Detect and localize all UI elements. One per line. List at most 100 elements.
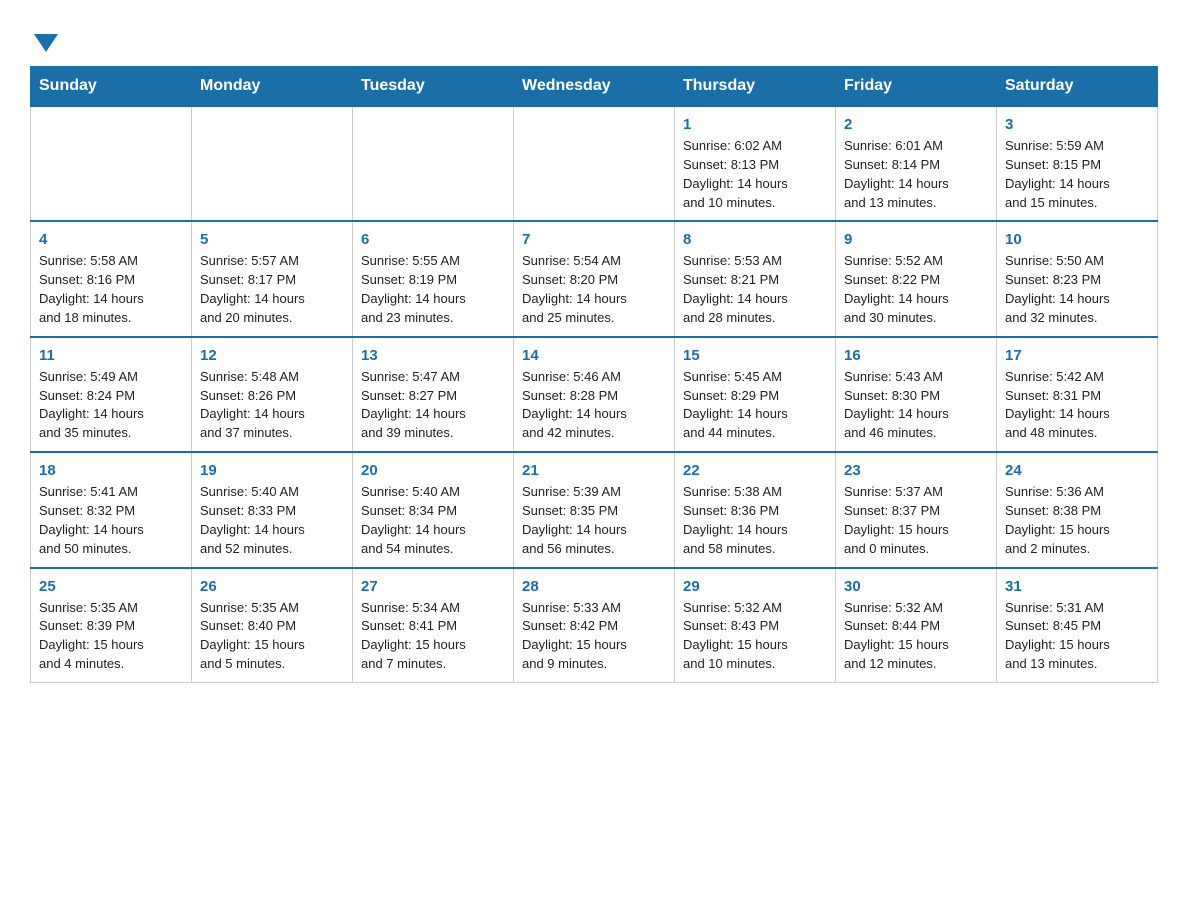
day-info: Sunrise: 5:40 AMSunset: 8:34 PMDaylight:… xyxy=(361,483,505,558)
calendar-cell: 27Sunrise: 5:34 AMSunset: 8:41 PMDayligh… xyxy=(353,568,514,683)
day-number: 18 xyxy=(39,460,183,481)
weekday-header-saturday: Saturday xyxy=(997,67,1158,107)
calendar-cell xyxy=(192,106,353,221)
calendar-cell: 8Sunrise: 5:53 AMSunset: 8:21 PMDaylight… xyxy=(675,221,836,336)
calendar-cell: 9Sunrise: 5:52 AMSunset: 8:22 PMDaylight… xyxy=(836,221,997,336)
day-number: 3 xyxy=(1005,114,1149,135)
calendar-cell xyxy=(31,106,192,221)
day-info: Sunrise: 5:55 AMSunset: 8:19 PMDaylight:… xyxy=(361,252,505,327)
calendar-cell: 18Sunrise: 5:41 AMSunset: 8:32 PMDayligh… xyxy=(31,452,192,567)
calendar-cell: 23Sunrise: 5:37 AMSunset: 8:37 PMDayligh… xyxy=(836,452,997,567)
calendar-cell: 16Sunrise: 5:43 AMSunset: 8:30 PMDayligh… xyxy=(836,337,997,452)
day-info: Sunrise: 5:35 AMSunset: 8:40 PMDaylight:… xyxy=(200,599,344,674)
calendar-cell: 26Sunrise: 5:35 AMSunset: 8:40 PMDayligh… xyxy=(192,568,353,683)
day-number: 31 xyxy=(1005,576,1149,597)
calendar-cell: 6Sunrise: 5:55 AMSunset: 8:19 PMDaylight… xyxy=(353,221,514,336)
calendar-table: SundayMondayTuesdayWednesdayThursdayFrid… xyxy=(30,66,1158,683)
day-number: 30 xyxy=(844,576,988,597)
calendar-cell xyxy=(353,106,514,221)
weekday-header-tuesday: Tuesday xyxy=(353,67,514,107)
day-number: 29 xyxy=(683,576,827,597)
day-number: 28 xyxy=(522,576,666,597)
calendar-cell: 21Sunrise: 5:39 AMSunset: 8:35 PMDayligh… xyxy=(514,452,675,567)
day-info: Sunrise: 5:40 AMSunset: 8:33 PMDaylight:… xyxy=(200,483,344,558)
weekday-header-friday: Friday xyxy=(836,67,997,107)
logo-triangle-icon xyxy=(34,34,58,52)
day-info: Sunrise: 5:38 AMSunset: 8:36 PMDaylight:… xyxy=(683,483,827,558)
day-number: 6 xyxy=(361,229,505,250)
day-info: Sunrise: 6:01 AMSunset: 8:14 PMDaylight:… xyxy=(844,137,988,212)
day-number: 24 xyxy=(1005,460,1149,481)
day-number: 7 xyxy=(522,229,666,250)
calendar-cell: 14Sunrise: 5:46 AMSunset: 8:28 PMDayligh… xyxy=(514,337,675,452)
calendar-cell: 22Sunrise: 5:38 AMSunset: 8:36 PMDayligh… xyxy=(675,452,836,567)
day-info: Sunrise: 5:32 AMSunset: 8:44 PMDaylight:… xyxy=(844,599,988,674)
day-info: Sunrise: 5:47 AMSunset: 8:27 PMDaylight:… xyxy=(361,368,505,443)
day-number: 10 xyxy=(1005,229,1149,250)
week-row-1: 1Sunrise: 6:02 AMSunset: 8:13 PMDaylight… xyxy=(31,106,1158,221)
day-info: Sunrise: 5:33 AMSunset: 8:42 PMDaylight:… xyxy=(522,599,666,674)
day-info: Sunrise: 6:02 AMSunset: 8:13 PMDaylight:… xyxy=(683,137,827,212)
day-number: 23 xyxy=(844,460,988,481)
day-info: Sunrise: 5:50 AMSunset: 8:23 PMDaylight:… xyxy=(1005,252,1149,327)
calendar-cell: 1Sunrise: 6:02 AMSunset: 8:13 PMDaylight… xyxy=(675,106,836,221)
day-info: Sunrise: 5:58 AMSunset: 8:16 PMDaylight:… xyxy=(39,252,183,327)
weekday-header-thursday: Thursday xyxy=(675,67,836,107)
calendar-cell: 24Sunrise: 5:36 AMSunset: 8:38 PMDayligh… xyxy=(997,452,1158,567)
calendar-cell: 29Sunrise: 5:32 AMSunset: 8:43 PMDayligh… xyxy=(675,568,836,683)
day-number: 25 xyxy=(39,576,183,597)
day-info: Sunrise: 5:37 AMSunset: 8:37 PMDaylight:… xyxy=(844,483,988,558)
calendar-cell: 10Sunrise: 5:50 AMSunset: 8:23 PMDayligh… xyxy=(997,221,1158,336)
day-info: Sunrise: 5:39 AMSunset: 8:35 PMDaylight:… xyxy=(522,483,666,558)
day-info: Sunrise: 5:31 AMSunset: 8:45 PMDaylight:… xyxy=(1005,599,1149,674)
weekday-header-monday: Monday xyxy=(192,67,353,107)
day-number: 13 xyxy=(361,345,505,366)
day-info: Sunrise: 5:35 AMSunset: 8:39 PMDaylight:… xyxy=(39,599,183,674)
day-info: Sunrise: 5:34 AMSunset: 8:41 PMDaylight:… xyxy=(361,599,505,674)
calendar-cell: 31Sunrise: 5:31 AMSunset: 8:45 PMDayligh… xyxy=(997,568,1158,683)
calendar-cell: 28Sunrise: 5:33 AMSunset: 8:42 PMDayligh… xyxy=(514,568,675,683)
logo xyxy=(30,20,58,48)
calendar-cell: 12Sunrise: 5:48 AMSunset: 8:26 PMDayligh… xyxy=(192,337,353,452)
day-number: 1 xyxy=(683,114,827,135)
weekday-header-wednesday: Wednesday xyxy=(514,67,675,107)
calendar-cell: 25Sunrise: 5:35 AMSunset: 8:39 PMDayligh… xyxy=(31,568,192,683)
day-number: 19 xyxy=(200,460,344,481)
calendar-cell: 19Sunrise: 5:40 AMSunset: 8:33 PMDayligh… xyxy=(192,452,353,567)
day-number: 9 xyxy=(844,229,988,250)
day-info: Sunrise: 5:36 AMSunset: 8:38 PMDaylight:… xyxy=(1005,483,1149,558)
day-info: Sunrise: 5:48 AMSunset: 8:26 PMDaylight:… xyxy=(200,368,344,443)
calendar-cell: 11Sunrise: 5:49 AMSunset: 8:24 PMDayligh… xyxy=(31,337,192,452)
calendar-cell: 15Sunrise: 5:45 AMSunset: 8:29 PMDayligh… xyxy=(675,337,836,452)
day-number: 17 xyxy=(1005,345,1149,366)
calendar-cell: 20Sunrise: 5:40 AMSunset: 8:34 PMDayligh… xyxy=(353,452,514,567)
day-info: Sunrise: 5:32 AMSunset: 8:43 PMDaylight:… xyxy=(683,599,827,674)
day-info: Sunrise: 5:59 AMSunset: 8:15 PMDaylight:… xyxy=(1005,137,1149,212)
calendar-cell: 5Sunrise: 5:57 AMSunset: 8:17 PMDaylight… xyxy=(192,221,353,336)
day-number: 22 xyxy=(683,460,827,481)
day-number: 20 xyxy=(361,460,505,481)
day-number: 11 xyxy=(39,345,183,366)
day-number: 21 xyxy=(522,460,666,481)
week-row-2: 4Sunrise: 5:58 AMSunset: 8:16 PMDaylight… xyxy=(31,221,1158,336)
weekday-header-sunday: Sunday xyxy=(31,67,192,107)
day-info: Sunrise: 5:41 AMSunset: 8:32 PMDaylight:… xyxy=(39,483,183,558)
day-number: 12 xyxy=(200,345,344,366)
calendar-cell: 13Sunrise: 5:47 AMSunset: 8:27 PMDayligh… xyxy=(353,337,514,452)
day-number: 2 xyxy=(844,114,988,135)
day-number: 4 xyxy=(39,229,183,250)
day-info: Sunrise: 5:45 AMSunset: 8:29 PMDaylight:… xyxy=(683,368,827,443)
calendar-cell: 17Sunrise: 5:42 AMSunset: 8:31 PMDayligh… xyxy=(997,337,1158,452)
day-number: 5 xyxy=(200,229,344,250)
calendar-cell xyxy=(514,106,675,221)
day-info: Sunrise: 5:43 AMSunset: 8:30 PMDaylight:… xyxy=(844,368,988,443)
page-header xyxy=(30,20,1158,48)
week-row-4: 18Sunrise: 5:41 AMSunset: 8:32 PMDayligh… xyxy=(31,452,1158,567)
calendar-cell: 4Sunrise: 5:58 AMSunset: 8:16 PMDaylight… xyxy=(31,221,192,336)
day-info: Sunrise: 5:49 AMSunset: 8:24 PMDaylight:… xyxy=(39,368,183,443)
day-number: 27 xyxy=(361,576,505,597)
calendar-cell: 30Sunrise: 5:32 AMSunset: 8:44 PMDayligh… xyxy=(836,568,997,683)
day-info: Sunrise: 5:42 AMSunset: 8:31 PMDaylight:… xyxy=(1005,368,1149,443)
day-number: 8 xyxy=(683,229,827,250)
day-info: Sunrise: 5:57 AMSunset: 8:17 PMDaylight:… xyxy=(200,252,344,327)
